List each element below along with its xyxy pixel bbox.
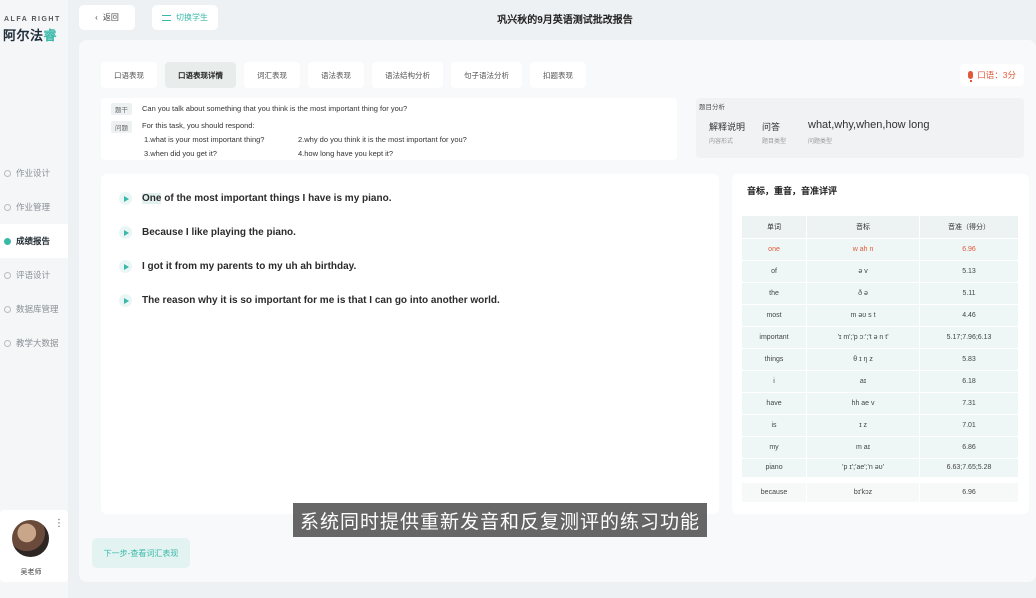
table-row[interactable]: one w ah n 6.96 (742, 237, 1018, 260)
table-row[interactable]: because bɪ'kɔz 6.96 (742, 477, 1018, 502)
switch-student-button[interactable]: 切换学生 (152, 5, 218, 30)
brand-logo: 阿尔法睿 (3, 28, 58, 43)
play-icon[interactable] (119, 260, 132, 273)
user-card: ⋮ 吴老师 (0, 510, 68, 582)
prompt-intro: For this task, you should respond: (142, 121, 255, 130)
brand-logo-en: ALFA RIGHT (4, 16, 61, 23)
sidebar-nav: 作业设计 作业管理 成绩报告 评语设计 数据库管理 教学大数据 (0, 156, 68, 360)
table-row[interactable]: of ə v 5.13 (742, 259, 1018, 282)
tab-speaking[interactable]: 口语表现 (101, 62, 157, 88)
pronunciation-title: 音标，重音，音准详评 (747, 186, 838, 196)
highlighted-word[interactable]: One (142, 193, 162, 204)
chevron-left-icon: ‹ (95, 13, 98, 22)
sentence-list: One of the most important things I have … (101, 174, 719, 514)
play-icon[interactable] (119, 226, 132, 239)
tab-speaking-detail[interactable]: 口语表现详情 (165, 62, 236, 88)
prompt-item: 1.what is your most important thing? (144, 135, 265, 144)
column-header-score: 音准（得分） (919, 216, 1018, 238)
stem-tag: 题干 (111, 103, 132, 115)
score-badge: 口语：3分 (960, 64, 1024, 86)
prompt-item: 3.when did you get it? (144, 149, 217, 158)
table-row[interactable]: my m aɪ 6.86 (742, 435, 1018, 458)
nav-dot-icon (4, 203, 11, 211)
content-form-value: 解释说明 (709, 122, 746, 132)
page-title: 巩兴秋的9月英语测试批改报告 (497, 15, 633, 26)
play-icon[interactable] (119, 294, 132, 307)
tab-grammar[interactable]: 语法表现 (308, 62, 364, 88)
question-kinds-value: what,why,when,how long (808, 119, 930, 131)
table-row[interactable]: piano'p ɪ';'ae';'n əʊ' 6.63;7.65;5.28 (742, 457, 1018, 480)
sidebar-item-grade-report[interactable]: 成绩报告 (0, 224, 68, 258)
sentence-row: I got it from my parents to my uh ah bir… (119, 260, 356, 273)
next-step-button[interactable]: 下一步-查看词汇表现 (92, 538, 190, 568)
mic-icon (968, 71, 974, 82)
more-icon[interactable]: ⋮ (54, 518, 64, 529)
main-panel: 口语表现 口语表现详情 词汇表现 语法表现 语法结构分析 句子语法分析 扣题表现… (79, 40, 1036, 582)
prompt-tag: 问题 (111, 121, 132, 133)
table-row[interactable]: have hh ae v 7.31 (742, 391, 1018, 414)
sidebar-item-database[interactable]: 数据库管理 (0, 292, 68, 326)
question-stem: Can you talk about something that you th… (142, 104, 408, 113)
nav-dot-icon (4, 339, 11, 347)
sidebar-item-big-data[interactable]: 教学大数据 (0, 326, 68, 360)
pronunciation-table: 单词 音标 音准（得分） one w ah n 6.96 of ə v 5.13 the… (742, 216, 1018, 502)
content-form-label: 内容形式 (709, 139, 734, 145)
sidebar-item-homework-design[interactable]: 作业设计 (0, 156, 68, 190)
nav-dot-icon (4, 237, 11, 245)
question-analysis: 题目分析 解释说明 内容形式 问答 题目类型 what,why,when,how… (696, 98, 1024, 158)
switch-icon (162, 14, 171, 21)
nav-dot-icon (4, 305, 11, 313)
sidebar: ALFA RIGHT 阿尔法睿 作业设计 作业管理 成绩报告 评语设计 数据库管… (0, 0, 68, 598)
sentence-row: Because I like playing the piano. (119, 226, 296, 239)
question-card: 题干 Can you talk about something that you… (101, 98, 677, 160)
table-row[interactable]: things θ ɪ ŋ z 5.83 (742, 347, 1018, 370)
video-subtitle: 系统同时提供重新发音和反复测评的练习功能 (293, 503, 708, 537)
table-row[interactable]: the ð ə 5.11 (742, 281, 1018, 304)
avatar[interactable] (12, 520, 49, 557)
table-row[interactable]: important'ɪ m';'p ɔː';'t ə n t' 5.17;7.96… (742, 325, 1018, 348)
user-name: 吴老师 (20, 569, 42, 576)
nav-dot-icon (4, 169, 11, 177)
tab-relevance[interactable]: 扣题表现 (530, 62, 586, 88)
sentence-row: The reason why it is so important for me… (119, 294, 500, 307)
sidebar-item-comment-design[interactable]: 评语设计 (0, 258, 68, 292)
sidebar-item-homework-manage[interactable]: 作业管理 (0, 190, 68, 224)
column-header-ipa: 音标 (806, 216, 921, 238)
question-kinds-label: 问题类型 (808, 139, 833, 145)
prompt-item: 4.how long have you kept it? (298, 149, 394, 158)
play-icon[interactable] (119, 192, 132, 205)
pronunciation-panel: 音标，重音，音准详评 单词 音标 音准（得分） one w ah n 6.96 of… (732, 174, 1029, 514)
table-row[interactable]: most m əʊ s t 4.46 (742, 303, 1018, 326)
tab-sentence-grammar[interactable]: 句子语法分析 (451, 62, 522, 88)
question-type-value: 问答 (762, 122, 781, 132)
column-header-word: 单词 (742, 216, 807, 238)
table-row[interactable]: i aɪ 6.18 (742, 369, 1018, 392)
tab-grammar-structure[interactable]: 语法结构分析 (372, 62, 443, 88)
tab-vocabulary[interactable]: 词汇表现 (244, 62, 300, 88)
tab-bar: 口语表现 口语表现详情 词汇表现 语法表现 语法结构分析 句子语法分析 扣题表现 (101, 62, 586, 88)
table-row[interactable]: is ɪ z 7.01 (742, 413, 1018, 436)
analysis-title: 题目分析 (699, 104, 725, 111)
sentence-row: One of the most important things I have … (119, 192, 391, 205)
nav-dot-icon (4, 271, 11, 279)
question-type-label: 题目类型 (762, 139, 787, 145)
prompt-item: 2.why do you think it is the most import… (298, 135, 467, 144)
back-button[interactable]: ‹ 返回 (79, 5, 135, 30)
